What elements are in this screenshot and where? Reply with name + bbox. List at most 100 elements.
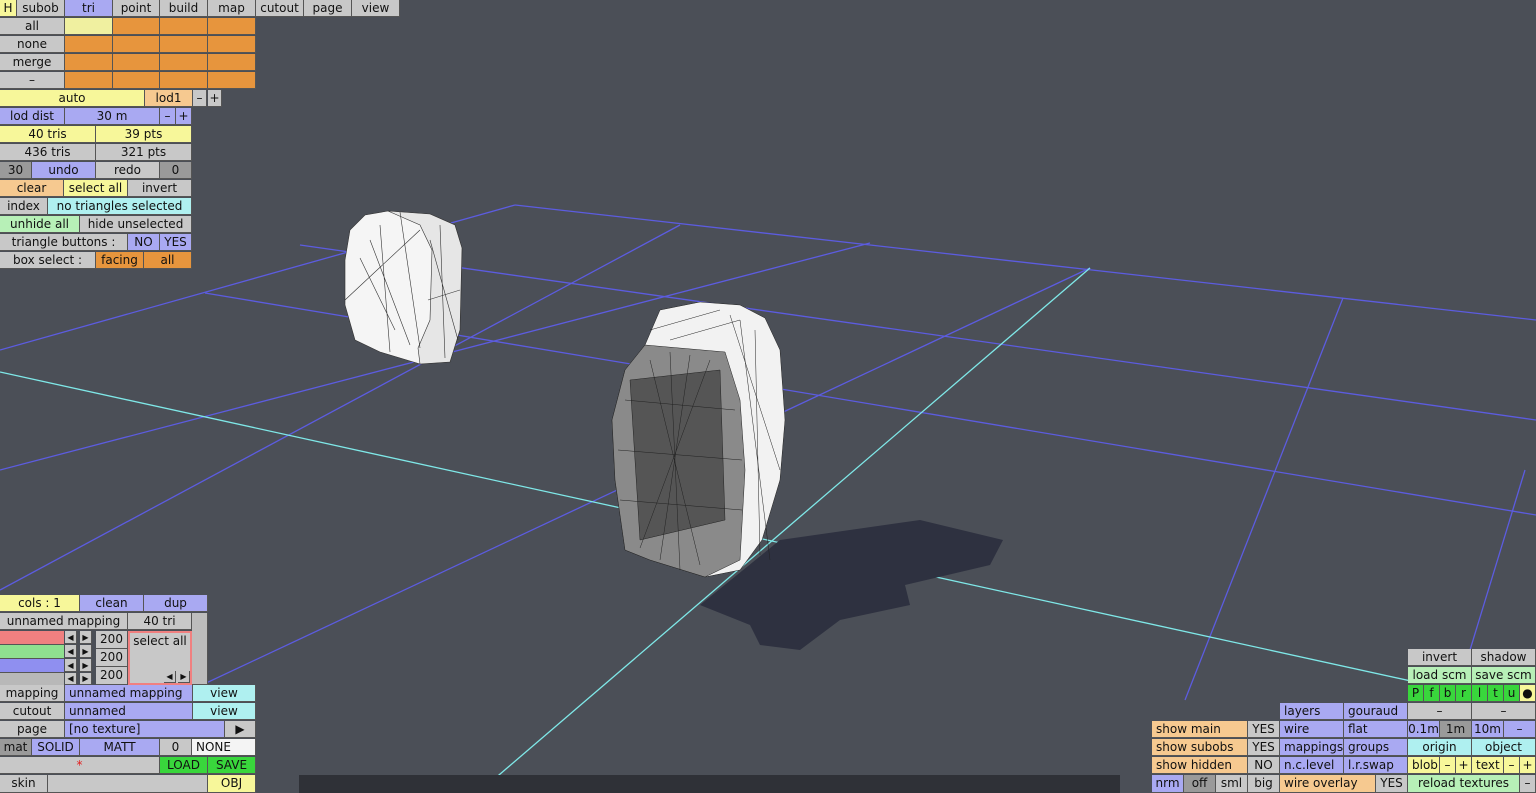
groups-button[interactable]: groups [1344, 739, 1408, 756]
selection-slot[interactable] [208, 36, 256, 53]
unhide-all-button[interactable]: unhide all [0, 216, 80, 233]
mappings-button[interactable]: mappings [1280, 739, 1344, 756]
selection-slot[interactable] [208, 18, 256, 35]
tab-subob[interactable]: subob [17, 0, 65, 17]
red-slider[interactable] [0, 631, 64, 645]
lod-level-button[interactable]: lod1 [145, 90, 193, 107]
page-arrow-icon[interactable]: ▶ [225, 721, 256, 738]
blue-slider[interactable] [0, 659, 64, 673]
dup-button[interactable]: dup [144, 595, 208, 612]
page-value[interactable]: [no texture] [65, 721, 225, 738]
green-slider[interactable] [0, 645, 64, 659]
wire-button[interactable]: wire [1280, 721, 1344, 738]
layers-button[interactable]: layers [1280, 703, 1344, 720]
selection-slot[interactable] [208, 54, 256, 71]
select-none-button[interactable]: none [0, 36, 65, 53]
nc-level-button[interactable]: n.c.level [1280, 757, 1344, 774]
selection-slot[interactable] [160, 72, 208, 89]
view-f-button[interactable]: f [1424, 685, 1440, 702]
wire-overlay-toggle[interactable]: YES [1376, 775, 1408, 793]
selection-slot[interactable] [65, 18, 113, 35]
origin-button[interactable]: origin [1408, 739, 1472, 756]
mat-solid-button[interactable]: SOLID [32, 739, 80, 756]
left-arrow-icon[interactable]: ◀ [164, 671, 176, 683]
index-button[interactable]: index [0, 198, 48, 215]
blob-plus-button[interactable]: + [1456, 757, 1472, 774]
selection-slot[interactable] [113, 18, 160, 35]
grid-minus-button[interactable]: – [1504, 721, 1536, 738]
save-scm-button[interactable]: save scm [1472, 667, 1536, 684]
right-arrow-icon[interactable]: ▶ [80, 673, 92, 685]
obj-button[interactable]: OBJ [208, 775, 256, 793]
gouraud-button[interactable]: gouraud [1344, 703, 1408, 720]
view-u-button[interactable]: u [1504, 685, 1520, 702]
selection-slot[interactable] [65, 36, 113, 53]
tab-map[interactable]: map [208, 0, 256, 17]
right-arrow-icon[interactable]: ▶ [80, 645, 92, 658]
selection-slot[interactable] [65, 72, 113, 89]
tab-tri[interactable]: tri [65, 0, 113, 17]
left-arrow-icon[interactable]: ◀ [65, 673, 77, 685]
cutout-view-button[interactable]: view [193, 703, 256, 720]
lod-auto-button[interactable]: auto [0, 90, 145, 107]
mat-number[interactable]: 0 [160, 739, 192, 756]
selection-slot[interactable] [113, 36, 160, 53]
view-t-button[interactable]: t [1488, 685, 1504, 702]
text-minus-button[interactable]: – [1504, 757, 1520, 774]
left-arrow-icon[interactable]: ◀ [65, 645, 77, 658]
redo-button[interactable]: redo [96, 162, 160, 179]
blob-minus-button[interactable]: – [1440, 757, 1456, 774]
lod-dist-minus-button[interactable]: – [160, 108, 176, 125]
clear-button[interactable]: clear [0, 180, 64, 197]
selection-slot[interactable] [208, 72, 256, 89]
grid-10m-button[interactable]: 10m [1472, 721, 1504, 738]
green-value[interactable]: 200 [96, 649, 128, 667]
shadow-button[interactable]: shadow [1472, 649, 1536, 666]
red-value[interactable]: 200 [96, 631, 128, 649]
view-b-button[interactable]: b [1440, 685, 1456, 702]
tab-page[interactable]: page [304, 0, 352, 17]
view-p-button[interactable]: P [1408, 685, 1424, 702]
selection-slot[interactable] [65, 54, 113, 71]
view-r-button[interactable]: r [1456, 685, 1472, 702]
invert-button[interactable]: invert [128, 180, 192, 197]
box-select-all[interactable]: all [144, 252, 192, 269]
selection-slot[interactable] [160, 18, 208, 35]
mat-matt-button[interactable]: MATT [80, 739, 160, 756]
tab-cutout[interactable]: cutout [256, 0, 304, 17]
left-arrow-icon[interactable]: ◀ [65, 659, 77, 672]
selection-slot[interactable] [160, 36, 208, 53]
3d-viewport[interactable] [0, 0, 1536, 793]
right-arrow-icon[interactable]: ▶ [80, 659, 92, 672]
reload-dash-button[interactable]: – [1520, 775, 1536, 793]
merge-button[interactable]: merge [0, 54, 65, 71]
right-arrow-icon[interactable]: ▶ [178, 671, 190, 683]
select-all-button[interactable]: all [0, 18, 65, 35]
grid-0-1m-button[interactable]: 0.1m [1408, 721, 1440, 738]
cutout-value[interactable]: unnamed [65, 703, 193, 720]
view-l-button[interactable]: l [1472, 685, 1488, 702]
box-select-facing[interactable]: facing [96, 252, 144, 269]
selection-slot[interactable] [113, 72, 160, 89]
nrm-button[interactable]: nrm [1152, 775, 1184, 793]
show-subobs-toggle[interactable]: YES [1248, 739, 1280, 756]
save-button[interactable]: SAVE [208, 757, 256, 774]
tab-point[interactable]: point [113, 0, 160, 17]
tab-view[interactable]: view [352, 0, 400, 17]
load-scm-button[interactable]: load scm [1408, 667, 1472, 684]
show-main-toggle[interactable]: YES [1248, 721, 1280, 738]
view-dash-1[interactable]: – [1408, 703, 1472, 720]
reload-textures-button[interactable]: reload textures [1408, 775, 1520, 793]
off-button[interactable]: off [1184, 775, 1216, 793]
horizontal-scrollbar[interactable] [299, 775, 1120, 793]
hide-unselected-button[interactable]: hide unselected [80, 216, 192, 233]
skin-field[interactable] [48, 775, 208, 793]
select-all-tris-button[interactable]: select all [64, 180, 128, 197]
lr-swap-button[interactable]: l.r.swap [1344, 757, 1408, 774]
dash-button[interactable]: – [0, 72, 65, 89]
mapping-value[interactable]: unnamed mapping [65, 685, 193, 702]
invert-view-button[interactable]: invert [1408, 649, 1472, 666]
lod-plus-button[interactable]: + [208, 90, 222, 107]
lod-dist-value[interactable]: 30 m [65, 108, 160, 125]
selection-slot[interactable] [160, 54, 208, 71]
